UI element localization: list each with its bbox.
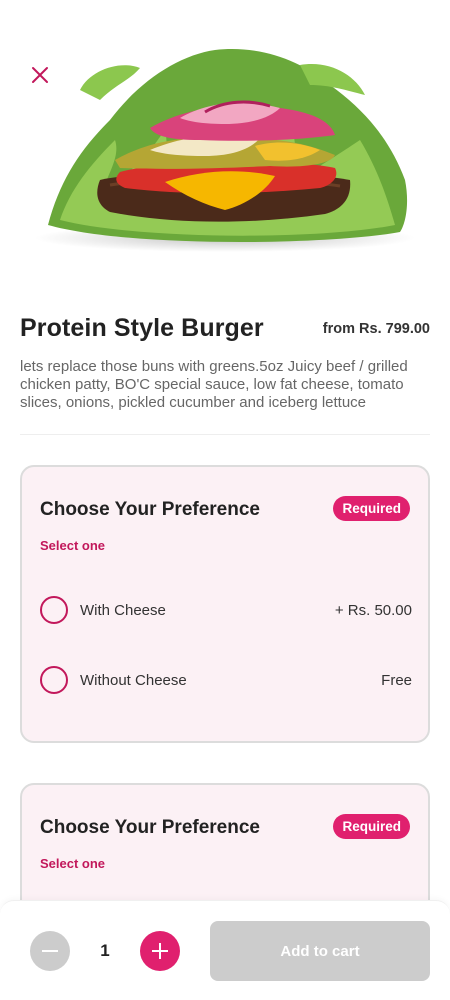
option-with-cheese[interactable]: With Cheese + Rs. 50.00 [40, 593, 412, 627]
burger-image [35, 49, 415, 252]
option-without-cheese[interactable]: Without Cheese Free [40, 663, 412, 697]
product-image [0, 0, 450, 300]
preference-title: Choose Your Preference [40, 817, 260, 838]
required-badge: Required [333, 496, 410, 521]
option-price: + Rs. 50.00 [334, 601, 412, 619]
option-label: Without Cheese [80, 671, 187, 689]
divider [20, 434, 430, 435]
close-icon [32, 67, 48, 83]
product-description: lets replace those buns with greens.5oz … [20, 358, 408, 411]
option-price: Free [381, 671, 412, 689]
product-title: Protein Style Burger [20, 314, 264, 342]
product-header: Protein Style Burger from Rs. 799.00 [20, 314, 430, 343]
add-to-cart-button[interactable]: Add to cart [210, 921, 430, 981]
decrease-quantity-button[interactable] [30, 931, 70, 971]
radio-button[interactable] [40, 666, 68, 694]
preference-subtitle: Select one [40, 856, 106, 871]
radio-button[interactable] [40, 596, 68, 624]
preference-card: Choose Your Preference Required Select o… [20, 465, 430, 743]
option-label: With Cheese [80, 601, 166, 619]
product-price: from Rs. 799.00 [322, 320, 430, 337]
required-badge: Required [333, 814, 410, 839]
cart-bar: 1 Add to cart [0, 900, 450, 1000]
preference-subtitle: Select one [40, 538, 106, 553]
close-button[interactable] [28, 63, 52, 87]
preference-title: Choose Your Preference [40, 499, 260, 520]
increase-quantity-button[interactable] [140, 931, 180, 971]
quantity-value: 1 [100, 941, 110, 960]
